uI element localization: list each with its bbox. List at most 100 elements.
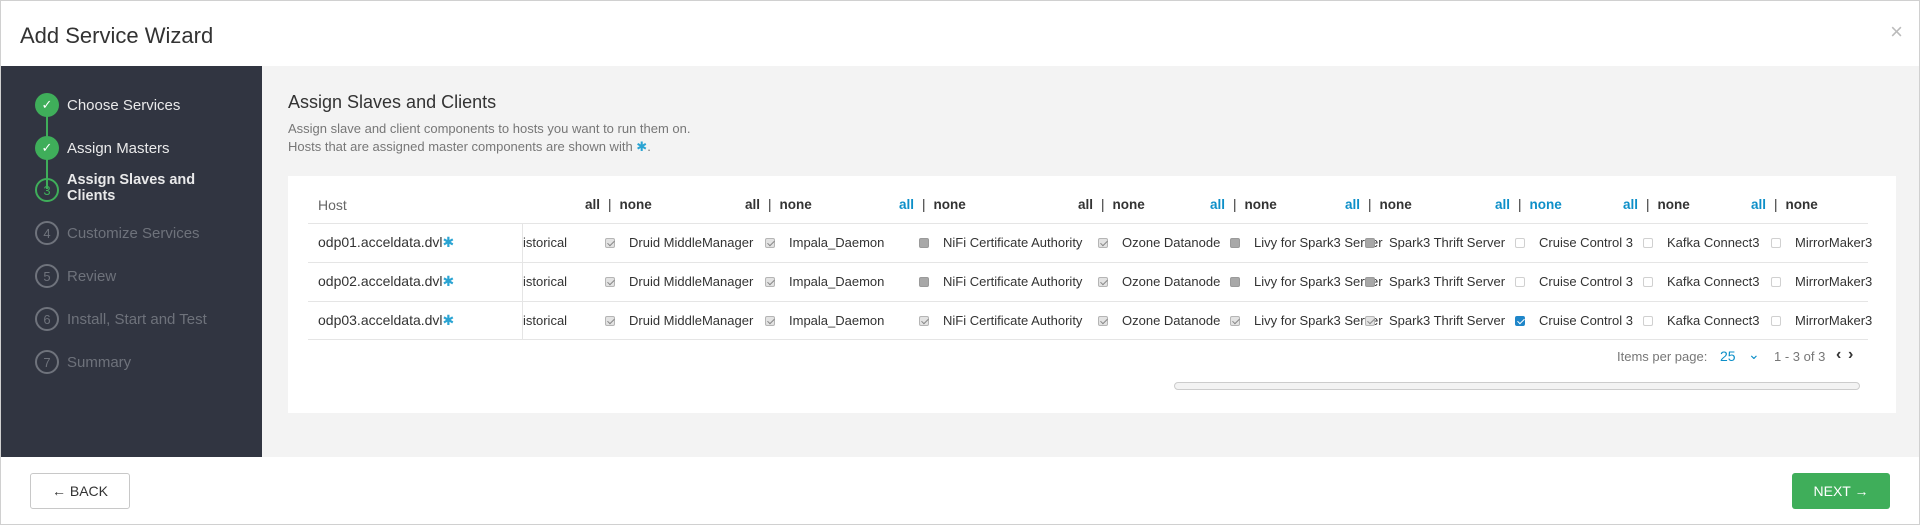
component-checkbox[interactable] — [1230, 237, 1240, 248]
select-none-link[interactable]: none — [1786, 197, 1818, 212]
checkbox-label: Ozone Datanode — [1122, 274, 1221, 289]
component-checkbox[interactable] — [1098, 315, 1108, 326]
column-header-nifi-ca: all | none — [1078, 197, 1145, 212]
description-text: Hosts that are assigned master component… — [288, 139, 637, 154]
component-checkbox[interactable] — [1230, 315, 1240, 326]
items-per-page-select[interactable]: 25 — [1720, 348, 1736, 364]
separator: | — [922, 197, 926, 212]
close-icon[interactable]: × — [1890, 19, 1903, 45]
checkbox-label: Spark3 Thrift Server — [1389, 235, 1506, 250]
chevron-right-icon[interactable]: › — [1848, 346, 1853, 364]
step-number: 4 — [35, 221, 59, 245]
checkbox-label: Cruise Control 3 — [1539, 313, 1633, 328]
cell-ozone-datanode: Ozone Datanode — [1098, 235, 1220, 250]
cell-kafka-connect3: Kafka Connect3 — [1643, 313, 1760, 328]
select-all-link[interactable]: all — [585, 197, 600, 212]
select-all-link[interactable]: all — [1623, 197, 1638, 212]
select-none-link[interactable]: none — [780, 197, 812, 212]
checkbox-label: Druid MiddleManager — [629, 274, 754, 289]
component-checkbox[interactable] — [919, 315, 929, 326]
cell-livy-spark3: Livy for Spark3 Server — [1230, 235, 1383, 250]
horizontal-scrollbar[interactable] — [1174, 382, 1860, 390]
component-checkbox[interactable] — [919, 276, 929, 287]
select-all-link[interactable]: all — [899, 197, 914, 212]
component-checkbox[interactable] — [1365, 276, 1375, 287]
step-label: Assign Masters — [67, 140, 170, 157]
select-all-link[interactable]: all — [1751, 197, 1766, 212]
component-checkbox[interactable] — [1515, 315, 1525, 326]
select-none-link[interactable]: none — [1380, 197, 1412, 212]
master-star-icon: ✱ — [442, 312, 455, 328]
cell-impala-daemon: Impala_Daemon — [765, 235, 884, 250]
select-none-link[interactable]: none — [620, 197, 652, 212]
component-checkbox[interactable] — [1365, 315, 1375, 326]
description-line: Assign slave and client components to ho… — [288, 121, 691, 136]
cell-nifi-ca: NiFi Certificate Authority — [919, 313, 1082, 328]
chevron-left-icon[interactable]: ‹ — [1836, 346, 1841, 364]
checkbox-label: Kafka Connect3 — [1667, 313, 1760, 328]
select-none-link[interactable]: none — [934, 197, 966, 212]
cell-spark3-thrift: Spark3 Thrift Server — [1365, 274, 1505, 289]
component-checkbox[interactable] — [1643, 276, 1653, 287]
step-label: Review — [67, 268, 117, 285]
component-checkbox[interactable] — [765, 315, 775, 326]
host-name: odp01.acceldata.dvl✱ — [318, 234, 454, 251]
component-checkbox[interactable] — [765, 276, 775, 287]
select-all-link[interactable]: all — [1345, 197, 1360, 212]
step-number: 3 — [35, 178, 59, 202]
component-checkbox[interactable] — [1643, 315, 1653, 326]
cell-spark3-thrift: Spark3 Thrift Server — [1365, 313, 1505, 328]
component-checkbox[interactable] — [919, 237, 929, 248]
component-checkbox[interactable] — [1230, 276, 1240, 287]
cell-nifi-ca: NiFi Certificate Authority — [919, 274, 1082, 289]
checkbox-label: Livy for Spark3 Server — [1254, 274, 1383, 289]
pagination-range: 1 - 3 of 3 — [1774, 349, 1826, 364]
cell-kafka-connect3: Kafka Connect3 — [1643, 235, 1760, 250]
wizard-steps-sidebar: ✓ Choose Services ✓ Assign Masters 3 Ass… — [1, 66, 262, 457]
select-all-link[interactable]: all — [745, 197, 760, 212]
separator: | — [1101, 197, 1105, 212]
checkbox-label: Impala_Daemon — [789, 235, 885, 250]
cell-ozone-datanode: Ozone Datanode — [1098, 274, 1220, 289]
column-header-kafka-connect3: all | none — [1751, 197, 1818, 212]
select-none-link[interactable]: none — [1113, 197, 1145, 212]
select-all-link[interactable]: all — [1210, 197, 1225, 212]
select-all-link[interactable]: all — [1078, 197, 1093, 212]
step-label: Install, Start and Test — [67, 311, 207, 328]
chevron-down-icon[interactable]: ⌄ — [1748, 346, 1760, 363]
component-checkbox[interactable] — [1515, 276, 1525, 287]
select-none-link[interactable]: none — [1245, 197, 1277, 212]
select-all-link[interactable]: all — [1495, 197, 1510, 212]
separator: | — [1646, 197, 1650, 212]
checkbox-label: Impala_Daemon — [789, 274, 885, 289]
step-number: 6 — [35, 307, 59, 331]
select-none-link[interactable]: none — [1658, 197, 1690, 212]
component-checkbox[interactable] — [1771, 315, 1781, 326]
checkbox-label: Cruise Control 3 — [1539, 235, 1633, 250]
column-header-livy-spark3: all | none — [1345, 197, 1412, 212]
component-checkbox[interactable] — [1771, 276, 1781, 287]
component-checkbox[interactable] — [1771, 237, 1781, 248]
modal-footer: ← BACK NEXT → — [1, 457, 1920, 526]
component-checkbox[interactable] — [605, 237, 615, 248]
component-checkbox[interactable] — [1365, 237, 1375, 248]
component-checkbox[interactable] — [605, 276, 615, 287]
checkbox-label: Kafka Connect3 — [1667, 235, 1760, 250]
host-name: odp03.acceldata.dvl✱ — [318, 312, 454, 329]
component-checkbox[interactable] — [765, 237, 775, 248]
host-name-text: odp01.acceldata.dvl — [318, 234, 443, 250]
component-checkbox[interactable] — [1643, 237, 1653, 248]
description-text: . — [647, 139, 651, 154]
component-checkbox[interactable] — [1098, 276, 1108, 287]
checkbox-label: Druid MiddleManager — [629, 235, 754, 250]
next-button[interactable]: NEXT → — [1792, 473, 1890, 509]
component-checkbox[interactable] — [1098, 237, 1108, 248]
column-header-druid-middlemanager: all | none — [745, 197, 812, 212]
separator: | — [608, 197, 612, 212]
clipped-cell: istorical — [523, 235, 568, 250]
component-checkbox[interactable] — [605, 315, 615, 326]
component-checkbox[interactable] — [1515, 237, 1525, 248]
back-button[interactable]: ← BACK — [30, 473, 130, 509]
separator: | — [768, 197, 772, 212]
select-none-link[interactable]: none — [1530, 197, 1562, 212]
